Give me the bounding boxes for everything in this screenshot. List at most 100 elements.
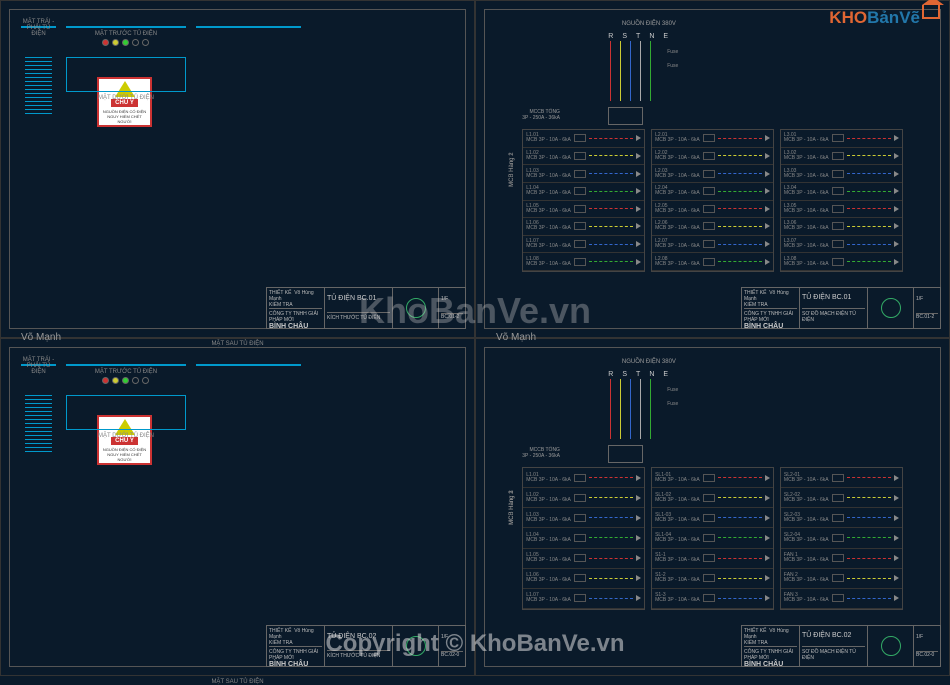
designer-row: THIẾT KẾ Võ Hùng Mạnh: [744, 290, 797, 302]
circuit-id: SL1-04MCB 3P - 10A - 6kA: [655, 533, 700, 543]
circuit-id: L2.04MCB 3P - 10A - 6kA: [655, 186, 700, 196]
copyright-text: Copyright © KhoBanVe.vn: [325, 630, 624, 658]
company-name: BÌNH CHÂU: [744, 661, 797, 668]
circuit-row: L3.01MCB 3P - 10A - 6kA: [781, 130, 902, 148]
mccb-label: MCCB TỔNG3P - 250A - 36kA: [522, 447, 560, 459]
circuit-row: L1.07MCB 3P - 10A - 6kA: [523, 236, 644, 254]
view-label: MẶT TRÁI - PHẢI TỦ ĐIỆN: [22, 357, 55, 375]
circuit-id: L2.01MCB 3P - 10A - 6kA: [655, 133, 700, 143]
circuit-id: SL2-01MCB 3P - 10A - 6kA: [784, 473, 829, 483]
mccb-icon: [608, 445, 643, 463]
wire: [589, 517, 633, 518]
mcb-icon: [703, 594, 715, 602]
indicator-red-icon: [102, 377, 109, 384]
wire: [847, 208, 891, 209]
mcb-icon: [832, 594, 844, 602]
arrow-icon: [765, 188, 770, 194]
indicator-lights: [102, 377, 149, 384]
drawing-title: TỦ ĐIỆN BC.01: [327, 295, 390, 302]
arrow-icon: [894, 171, 899, 177]
circuit-row: FAN 2MCB 3P - 10A - 6kA: [781, 569, 902, 589]
mcb-icon: [832, 494, 844, 502]
wire: [847, 477, 891, 478]
view-label: MẶT TRÁI - PHẢI TỦ ĐIỆN: [22, 19, 55, 37]
mcb-icon: [574, 258, 586, 266]
drawing-subtitle: SƠ ĐỒ MẠCH ĐIỆN TỦ ĐIỆN: [802, 646, 865, 661]
circuit-id: L3.02MCB 3P - 10A - 6kA: [784, 151, 829, 161]
arrow-icon: [636, 595, 641, 601]
circuit-id: L1.06MCB 3P - 10A - 6kA: [526, 573, 571, 583]
circuit-row: L1.05MCB 3P - 10A - 6kA: [523, 549, 644, 569]
wire: [718, 517, 762, 518]
arrow-icon: [765, 153, 770, 159]
circuit-row: S1-2MCB 3P - 10A - 6kA: [652, 569, 773, 589]
circuit-column: MCB Hàng 3 SL2-01MCB 3P - 10A - 6kA SL2-…: [780, 467, 903, 610]
wire: [847, 261, 891, 262]
arrow-icon: [636, 575, 641, 581]
circuit-column: MCB Hàng 2 L2.01MCB 3P - 10A - 6kA L2.02…: [651, 129, 774, 272]
mcb-icon: [832, 152, 844, 160]
mcb-icon: [574, 534, 586, 542]
indicator-icon: [132, 39, 139, 46]
mcb-icon: [574, 240, 586, 248]
cabinet-front-view: CHÚ Ý NGUỒN ĐIỆN CÓ ĐIỆN NGUY HIỂM CHẾT …: [66, 364, 186, 366]
scale: 1/F: [916, 296, 938, 302]
company-line: CÔNG TY TNHH GIẢI PHÁP MỚI: [744, 646, 797, 661]
circuit-id: L1.05MCB 3P - 10A - 6kA: [526, 204, 571, 214]
mcb-icon: [703, 534, 715, 542]
mcb-icon: [574, 134, 586, 142]
arrow-icon: [636, 259, 641, 265]
circuit-column: MCB Hàng 2 SL1-01MCB 3P - 10A - 6kA SL1-…: [651, 467, 774, 610]
panel-br: NGUỒN ĐIỆN 380V RSTNE Fuse Fuse MCCB TỔN…: [475, 338, 950, 676]
mcb-icon: [832, 574, 844, 582]
circuit-id: L1.01MCB 3P - 10A - 6kA: [526, 133, 571, 143]
arrow-icon: [765, 259, 770, 265]
circuit-row: L1.07MCB 3P - 10A - 6kA: [523, 589, 644, 609]
wire: [589, 173, 633, 174]
circuit-row: L2.04MCB 3P - 10A - 6kA: [652, 183, 773, 201]
circuit-row: L3.08MCB 3P - 10A - 6kA: [781, 253, 902, 271]
wire: [718, 244, 762, 245]
drawing-title: TỦ ĐIỆN BC.01: [802, 294, 865, 301]
circuit-id: L1.06MCB 3P - 10A - 6kA: [526, 221, 571, 231]
sheet-no: BC.02-0: [916, 651, 938, 658]
wire: [589, 598, 633, 599]
wire: [718, 155, 762, 156]
circuit-row: SL2-01MCB 3P - 10A - 6kA: [781, 468, 902, 488]
circuit-id: L3.07MCB 3P - 10A - 6kA: [784, 239, 829, 249]
company-logo-icon: [406, 298, 426, 318]
wire: [847, 578, 891, 579]
circuit-row: S1-1MCB 3P - 10A - 6kA: [652, 549, 773, 569]
mcb-icon: [703, 474, 715, 482]
wire: [589, 244, 633, 245]
author-label: Võ Mạnh: [21, 332, 61, 343]
fuse-label: Fuse: [667, 387, 678, 393]
wire: [847, 598, 891, 599]
wire: [718, 191, 762, 192]
phase-labels: RSTNE: [608, 33, 668, 40]
circuit-row: SL2-04MCB 3P - 10A - 6kA: [781, 528, 902, 548]
circuit-row: SL2-03MCB 3P - 10A - 6kA: [781, 508, 902, 528]
mcb-icon: [832, 554, 844, 562]
circuit-row: L2.05MCB 3P - 10A - 6kA: [652, 201, 773, 219]
circuit-id: SL1-02MCB 3P - 10A - 6kA: [655, 493, 700, 503]
arrow-icon: [765, 595, 770, 601]
circuit-id: SL2-02MCB 3P - 10A - 6kA: [784, 493, 829, 503]
site-logo: KHOBảnVẽ: [829, 8, 940, 28]
circuit-row: FAN 3MCB 3P - 10A - 6kA: [781, 589, 902, 609]
mcb-icon: [832, 514, 844, 522]
fuse-label: Fuse: [667, 63, 678, 69]
column-title: MCB Hàng 3: [509, 490, 515, 524]
wire: [718, 138, 762, 139]
titleblock: THIẾT KẾ Võ Hùng Mạnh KIỂM TRA CÔNG TY T…: [741, 287, 941, 329]
wire: [589, 261, 633, 262]
mccb-icon: [608, 107, 643, 125]
cabinet-side-view: MẶT TRÁI - PHẢI TỦ ĐIỆN: [21, 364, 56, 366]
arrow-icon: [765, 495, 770, 501]
arrow-icon: [636, 555, 641, 561]
arrow-icon: [765, 241, 770, 247]
circuit-row: S1-3MCB 3P - 10A - 6kA: [652, 589, 773, 609]
arrow-icon: [636, 153, 641, 159]
circuit-id: L1.02MCB 3P - 10A - 6kA: [526, 493, 571, 503]
circuit-columns: MCB Hàng 1 L1.01MCB 3P - 10A - 6kA L1.02…: [522, 467, 903, 610]
